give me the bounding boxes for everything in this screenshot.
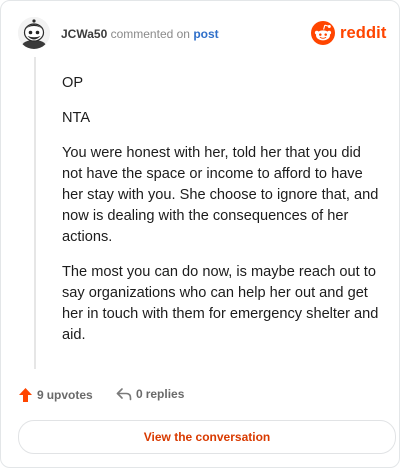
view-conversation-button[interactable]: View the conversation bbox=[18, 420, 396, 454]
comment-paragraph: OP bbox=[62, 75, 84, 91]
upvotes-label: upvotes bbox=[46, 388, 93, 402]
replies-stat[interactable]: 0 replies bbox=[116, 387, 184, 401]
comment-header: JCWa50 commented on post bbox=[61, 27, 219, 41]
comment-body: OP NTA You were honest with her, told he… bbox=[62, 73, 382, 360]
comment-paragraph: The most you can do now, is maybe reach … bbox=[62, 264, 379, 343]
reddit-wordmark: reddit bbox=[340, 23, 387, 42]
post-link[interactable]: post bbox=[193, 27, 218, 41]
comment-paragraph: You were honest with her, told her that … bbox=[62, 145, 379, 245]
user-avatar[interactable] bbox=[18, 17, 50, 49]
thread-line bbox=[34, 57, 36, 369]
replies-label: replies bbox=[145, 387, 185, 401]
action-text: commented on bbox=[110, 27, 190, 41]
upvotes-stat[interactable]: 9 upvotes bbox=[18, 387, 93, 403]
comment-embed-card: JCWa50 commented on post reddit OP NTA Y… bbox=[0, 0, 400, 468]
reddit-brand-link[interactable]: reddit bbox=[311, 21, 386, 45]
comment-paragraph: NTA bbox=[62, 110, 91, 126]
reply-arrow-icon bbox=[116, 388, 132, 401]
snoo-avatar-icon bbox=[18, 17, 50, 49]
upvote-arrow-icon bbox=[19, 388, 32, 402]
upvotes-count: 9 bbox=[37, 388, 44, 402]
username-link[interactable]: JCWa50 bbox=[61, 27, 107, 41]
reddit-logo-icon bbox=[311, 21, 335, 45]
replies-count: 0 bbox=[136, 387, 143, 401]
